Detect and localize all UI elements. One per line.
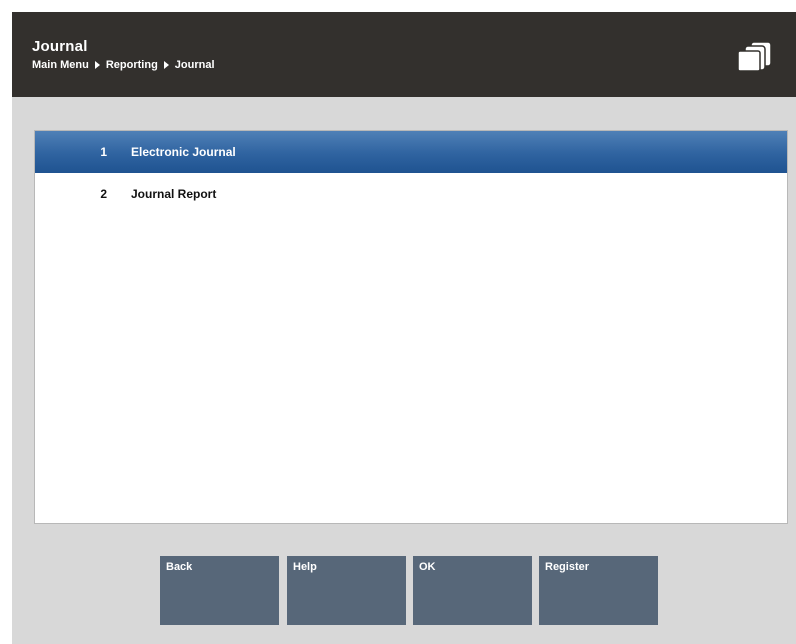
list-item-number: 1: [100, 145, 107, 159]
register-button[interactable]: Register: [539, 556, 658, 625]
title-bar: Journal Main Menu Reporting Journal: [12, 12, 796, 97]
page-title: Journal: [32, 38, 88, 55]
app-frame: Journal Main Menu Reporting Journal 1 El…: [12, 12, 796, 644]
help-button[interactable]: Help: [287, 556, 406, 625]
list-item-number: 2: [100, 187, 107, 201]
register-device-icon: [737, 41, 772, 72]
chevron-right-icon: [163, 61, 169, 69]
list-item-label: Journal Report: [131, 187, 217, 201]
breadcrumb-main-menu: Main Menu: [32, 59, 89, 71]
breadcrumb: Main Menu Reporting Journal: [32, 59, 215, 71]
list-item-label: Electronic Journal: [131, 145, 236, 159]
list-item-electronic-journal[interactable]: 1 Electronic Journal: [35, 131, 787, 173]
back-button[interactable]: Back: [160, 556, 279, 625]
breadcrumb-journal: Journal: [174, 59, 215, 71]
chevron-right-icon: [94, 61, 100, 69]
breadcrumb-reporting: Reporting: [105, 59, 158, 71]
ok-button[interactable]: OK: [413, 556, 532, 625]
list-item-journal-report[interactable]: 2 Journal Report: [35, 173, 787, 215]
menu-list: 1 Electronic Journal 2 Journal Report: [34, 130, 788, 524]
